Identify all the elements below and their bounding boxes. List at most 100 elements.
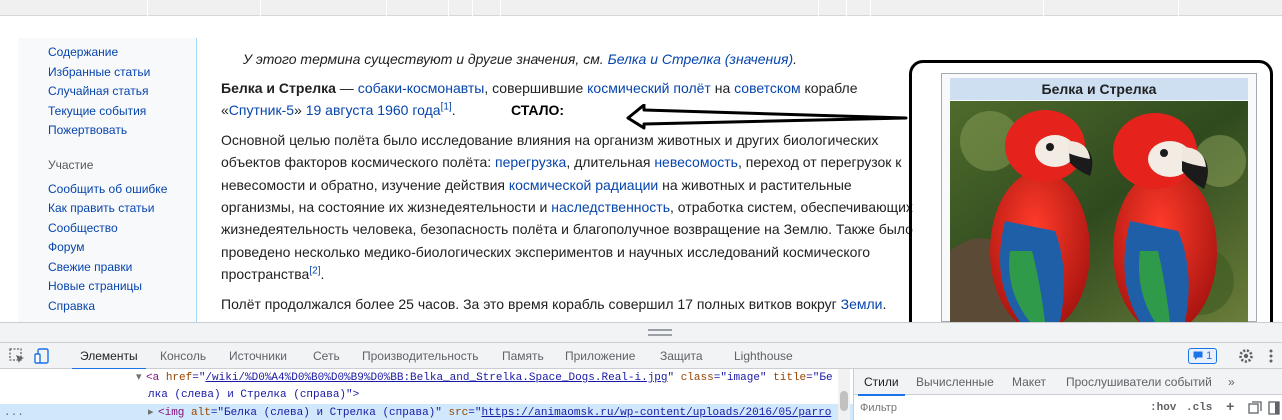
class-toggle-button[interactable]: .cls bbox=[1186, 399, 1212, 417]
styles-pane: Стили Вычисленные Макет Прослушиватели с… bbox=[853, 369, 1282, 420]
text: пространства bbox=[221, 266, 310, 282]
strip-divider bbox=[818, 0, 819, 16]
expand-triangle-icon[interactable]: ▸ bbox=[148, 404, 158, 420]
tab-sources[interactable]: Источники bbox=[229, 343, 287, 369]
text: корабле bbox=[800, 80, 858, 96]
sidebar-toggle-icon[interactable] bbox=[1268, 401, 1280, 415]
text: объектов факторов космического полёта: bbox=[221, 154, 496, 170]
link-space-dogs[interactable]: собаки-космонавты bbox=[358, 80, 485, 96]
tab-security[interactable]: Защита bbox=[660, 343, 703, 369]
sidebar-link-random[interactable]: Случайная статья bbox=[48, 84, 148, 98]
link-heredity[interactable]: наследственность bbox=[551, 199, 670, 215]
sidebar-link-recent-changes[interactable]: Свежие правки bbox=[48, 260, 132, 274]
tab-performance[interactable]: Производительность bbox=[362, 343, 478, 369]
attr-name: src bbox=[448, 407, 469, 419]
dom-node-anchor-continued[interactable]: лка (слева) и Стрелка (справа)"> bbox=[0, 386, 853, 404]
tab-elements[interactable]: Элементы bbox=[72, 343, 146, 370]
sidebar-link-community[interactable]: Сообщество bbox=[48, 221, 118, 235]
devtools-splitter[interactable] bbox=[0, 322, 1282, 342]
sidebar-link-report-error[interactable]: Сообщить об ошибке bbox=[48, 182, 167, 196]
attr-value: "image" bbox=[720, 372, 767, 384]
strip-divider bbox=[147, 0, 148, 16]
dom-node-img-selected[interactable]: ... ▸ <img alt="Белка (слева) и Стрелка (с… bbox=[0, 404, 853, 420]
attr-name: alt bbox=[191, 407, 211, 419]
issues-badge[interactable]: 1 bbox=[1188, 348, 1218, 364]
tab-lighthouse[interactable]: Lighthouse bbox=[734, 343, 793, 369]
gutter-ellipsis[interactable]: ... bbox=[0, 404, 148, 420]
link-space-flight[interactable]: космический полёт bbox=[587, 80, 711, 96]
styles-filter-input[interactable] bbox=[860, 399, 1140, 417]
src-link[interactable]: https://animaomsk.ru/wp-content/uploads/… bbox=[481, 407, 831, 419]
link-weightlessness[interactable]: невесомость bbox=[654, 154, 738, 170]
scrollbar-thumb[interactable] bbox=[840, 391, 848, 411]
strip-divider bbox=[472, 0, 473, 16]
hatnote-link[interactable]: Белка и Стрелка (значения) bbox=[608, 51, 794, 67]
inspect-element-icon[interactable] bbox=[8, 347, 26, 365]
attr-value: ="Бе bbox=[806, 372, 833, 384]
devtools-panel: Элементы Консоль Источники Сеть Производ… bbox=[0, 342, 1282, 420]
paragraph-2-line-2: объектов факторов космического полёта: п… bbox=[221, 152, 901, 172]
elements-scrollbar[interactable] bbox=[838, 369, 850, 420]
link-1960[interactable]: 1960 года bbox=[377, 102, 440, 118]
new-rule-button[interactable]: + bbox=[1226, 399, 1234, 417]
tab-application[interactable]: Приложение bbox=[565, 343, 635, 369]
hover-state-button[interactable]: :hov bbox=[1150, 399, 1176, 417]
paragraph-2-line-1: Основной целью полёта было исследование … bbox=[221, 132, 879, 148]
text: . bbox=[451, 102, 456, 118]
device-toolbar-icon[interactable] bbox=[33, 347, 51, 365]
text: , переход от перегрузок к bbox=[737, 154, 902, 170]
sidebar-link-forum[interactable]: Форум bbox=[48, 240, 84, 254]
paragraph-2-line-3: невесомости и обратно, изучение действия… bbox=[221, 175, 852, 195]
text: — bbox=[335, 80, 358, 96]
strip-divider bbox=[500, 0, 501, 16]
sidebar-link-current-events[interactable]: Текущие события bbox=[48, 104, 146, 118]
tab-network[interactable]: Сеть bbox=[313, 343, 340, 369]
hatnote-period: . bbox=[793, 51, 798, 67]
sidebar-link-how-to-edit[interactable]: Как править статьи bbox=[48, 201, 154, 215]
tag-name: <a bbox=[146, 372, 166, 384]
link-sputnik-5[interactable]: Спутник-5 bbox=[229, 102, 294, 118]
link-overload[interactable]: перегрузка bbox=[495, 154, 566, 170]
link-august-19[interactable]: 19 августа bbox=[306, 102, 374, 118]
more-options-icon[interactable] bbox=[1262, 347, 1280, 365]
more-tabs-chevron-icon[interactable]: » bbox=[1228, 369, 1235, 395]
href-link[interactable]: /wiki/%D0%A4%D0%B0%D0%B9%D0%BB:Belka_and… bbox=[205, 372, 667, 384]
reference-2[interactable]: [2] bbox=[309, 265, 320, 276]
sidebar-link-help[interactable]: Справка bbox=[48, 299, 95, 313]
hatnote-text: У этого термина существуют и другие знач… bbox=[243, 51, 604, 67]
wiki-sidebar: Содержание Избранные статьи Случайная ст… bbox=[18, 38, 196, 322]
element-state-icon[interactable] bbox=[1248, 401, 1262, 415]
strip-divider bbox=[846, 0, 847, 16]
link-cosmic-radiation[interactable]: космической радиации bbox=[509, 177, 658, 193]
styles-tab-bar: Стили Вычисленные Макет Прослушиватели с… bbox=[854, 369, 1282, 396]
text: организмы, на состояние их жизнедеятельн… bbox=[221, 199, 552, 215]
tab-computed[interactable]: Вычисленные bbox=[916, 369, 994, 395]
link-soviet[interactable]: советском bbox=[734, 80, 801, 96]
text: , длительная bbox=[566, 154, 655, 170]
tab-layout[interactable]: Макет bbox=[1012, 369, 1046, 395]
text: , совершившие bbox=[484, 80, 588, 96]
article-subject: Белка и Стрелка bbox=[221, 80, 336, 96]
sidebar-link-contents[interactable]: Содержание bbox=[48, 45, 118, 59]
hatnote: У этого термина существуют и другие знач… bbox=[243, 49, 797, 69]
sidebar-link-donate[interactable]: Пожертвовать bbox=[48, 123, 127, 137]
sidebar-link-featured[interactable]: Избранные статьи bbox=[48, 65, 150, 79]
strip-divider bbox=[260, 0, 261, 16]
dom-node-anchor[interactable]: ▾ <a href="/wiki/%D0%A4%D0%B0%D0%B9%D0%BB… bbox=[0, 369, 853, 387]
text: на животных и растительные bbox=[658, 177, 852, 193]
text: « bbox=[221, 102, 229, 118]
splitter-grip-icon[interactable] bbox=[648, 329, 672, 336]
expand-triangle-icon[interactable]: ▾ bbox=[136, 369, 146, 387]
sidebar-link-new-pages[interactable]: Новые страницы bbox=[48, 279, 142, 293]
link-earth[interactable]: Земли bbox=[841, 296, 883, 312]
tab-console[interactable]: Консоль bbox=[160, 343, 206, 369]
attr-name: class bbox=[680, 372, 714, 384]
tab-event-listeners[interactable]: Прослушиватели событий bbox=[1066, 369, 1212, 395]
attr-value-continued: лка (слева) и Стрелка (справа)"> bbox=[148, 389, 360, 401]
gear-icon[interactable] bbox=[1237, 347, 1255, 365]
tab-styles[interactable]: Стили bbox=[858, 369, 905, 396]
tab-memory[interactable]: Память bbox=[502, 343, 544, 369]
reference-1[interactable]: [1] bbox=[441, 101, 452, 112]
page-background bbox=[0, 16, 1282, 38]
message-icon bbox=[1193, 351, 1203, 360]
